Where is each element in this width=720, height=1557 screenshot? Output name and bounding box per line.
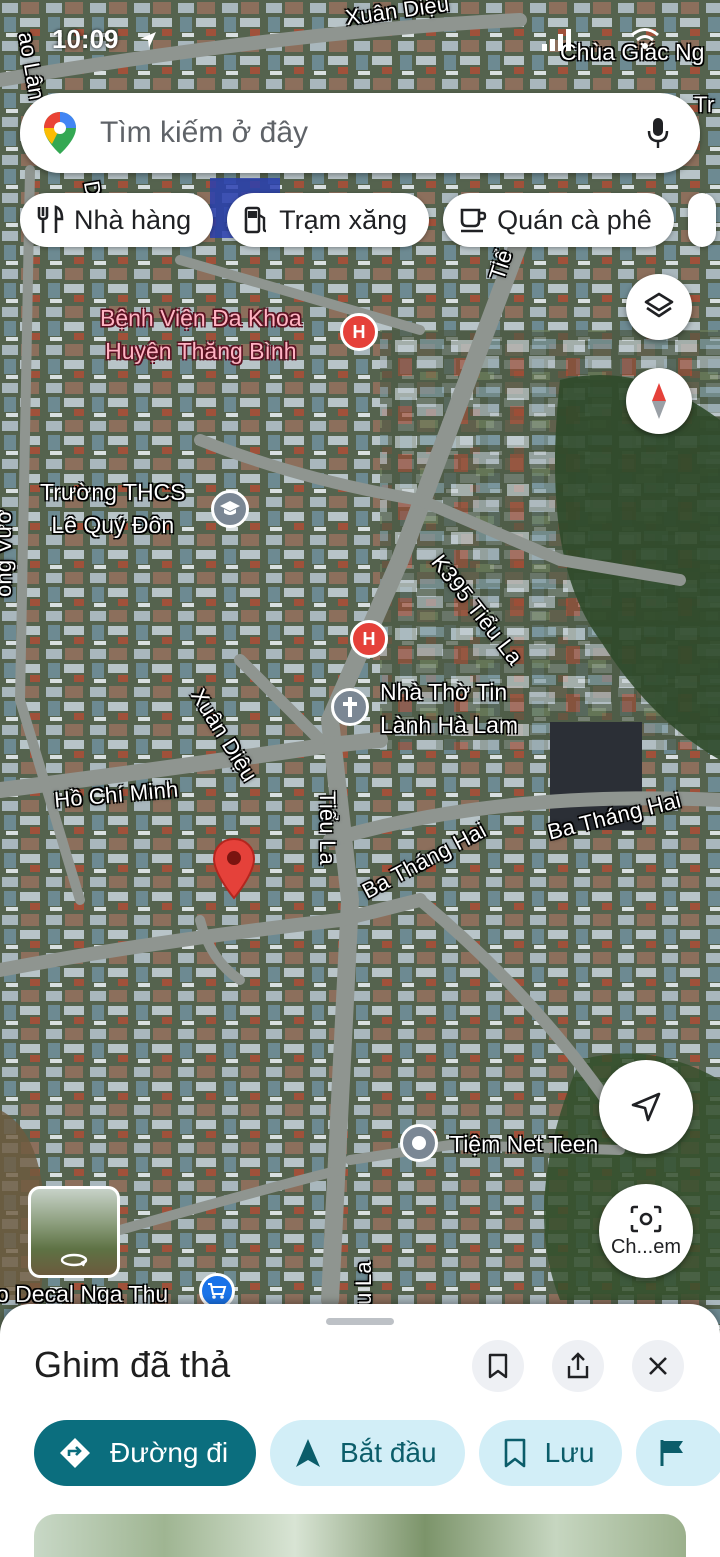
bookmark-outline-icon (503, 1437, 527, 1469)
close-button[interactable] (632, 1340, 684, 1392)
share-button[interactable] (552, 1340, 604, 1392)
hospital-icon[interactable]: H (340, 313, 378, 351)
chip-coffee[interactable]: Quán cà phê (443, 193, 674, 247)
gas-station-icon (243, 205, 269, 235)
maps-pin-logo-icon (44, 112, 76, 154)
compass-icon (652, 383, 666, 419)
my-location-button[interactable] (599, 1060, 693, 1154)
layers-icon (644, 292, 674, 318)
compass-button[interactable] (626, 368, 692, 434)
chip-gas-stations-label: Trạm xăng (279, 204, 408, 235)
hospital-icon-2[interactable]: H (350, 620, 388, 658)
directions-button[interactable]: Đường đi (34, 1420, 257, 1486)
poi-school-line2: Lê Quý Đôn (51, 512, 175, 538)
status-time: 10:09 (52, 24, 119, 54)
coffee-icon (459, 206, 487, 234)
road-label-top-right: Tr (694, 92, 715, 117)
school-icon[interactable] (211, 490, 249, 528)
poi-label-school[interactable]: Trường THCS Lê Quý Đôn (40, 476, 186, 542)
save-label: Lưu (544, 1437, 595, 1468)
net-cafe-icon[interactable] (400, 1124, 438, 1162)
category-chips: Nhà hàng Trạm xăng Quán cà phê (20, 193, 716, 247)
place-sheet[interactable]: Ghim đã thả Đường đi Bắt đầu Lưu (0, 1304, 720, 1557)
chip-restaurants-label: Nhà hàng (74, 204, 192, 235)
location-arrow-icon (140, 32, 156, 48)
church-icon[interactable] (331, 688, 369, 726)
action-buttons: Đường đi Bắt đầu Lưu (34, 1420, 720, 1486)
chip-restaurants[interactable]: Nhà hàng (20, 193, 214, 247)
poi-label-net-cafe[interactable]: Tiệm Net Teen (450, 1128, 598, 1161)
rotate-360-icon (60, 1253, 88, 1267)
directions-label: Đường đi (110, 1437, 229, 1468)
save-button[interactable]: Lưu (478, 1420, 623, 1486)
poi-church-line1: Nhà Thờ Tin (380, 679, 508, 705)
wifi-icon (631, 28, 659, 49)
lens-label: Ch...em (610, 1235, 682, 1258)
restaurant-icon (36, 205, 64, 235)
save-icon-button[interactable] (472, 1340, 524, 1392)
dropped-pin-icon[interactable] (212, 838, 256, 900)
search-bar[interactable]: Tìm kiếm ở đây (20, 93, 700, 173)
chip-coffee-label: Quán cà phê (497, 204, 652, 235)
sheet-drag-handle[interactable] (326, 1318, 394, 1325)
chip-more[interactable] (687, 193, 716, 247)
navigation-start-icon (294, 1437, 322, 1469)
road-label-tieu-la: Tiểu La (314, 791, 340, 865)
directions-icon (58, 1436, 92, 1470)
poi-label-hospital[interactable]: Bệnh Viện Đa Khoa Huyện Thăng Bình (100, 302, 302, 368)
flag-button[interactable] (636, 1420, 720, 1486)
lens-button[interactable]: Ch...em (599, 1184, 693, 1278)
mic-icon[interactable] (638, 113, 678, 153)
close-icon (649, 1357, 667, 1375)
start-label: Bắt đầu (340, 1437, 437, 1468)
camera-lens-icon (630, 1205, 662, 1232)
sheet-title: Ghim đã thả (34, 1344, 231, 1385)
poi-school-line1: Trường THCS (40, 479, 186, 505)
navigation-arrow-icon (631, 1092, 661, 1122)
poi-label-church[interactable]: Nhà Thờ Tin Lành Hà Lam (380, 676, 518, 742)
start-button[interactable]: Bắt đầu (270, 1420, 465, 1486)
street-view-thumbnail[interactable] (28, 1186, 120, 1278)
layers-button[interactable] (626, 274, 692, 340)
signal-icon (542, 29, 571, 51)
road-label-tieu-la-bottom: u La (350, 1261, 376, 1305)
search-input[interactable]: Tìm kiếm ở đây (100, 116, 638, 150)
place-photo[interactable] (34, 1514, 686, 1557)
chip-gas-stations[interactable]: Trạm xăng (227, 193, 430, 247)
poi-church-line2: Lành Hà Lam (380, 712, 519, 738)
poi-hospital-line1: Bệnh Viện Đa Khoa (100, 305, 302, 331)
flag-icon (658, 1438, 686, 1468)
share-icon (567, 1352, 589, 1379)
poi-hospital-line2: Huyện Thăng Bình (105, 338, 297, 364)
bookmark-icon (488, 1353, 508, 1379)
road-label-left-edge: ong Vươ (0, 508, 17, 598)
